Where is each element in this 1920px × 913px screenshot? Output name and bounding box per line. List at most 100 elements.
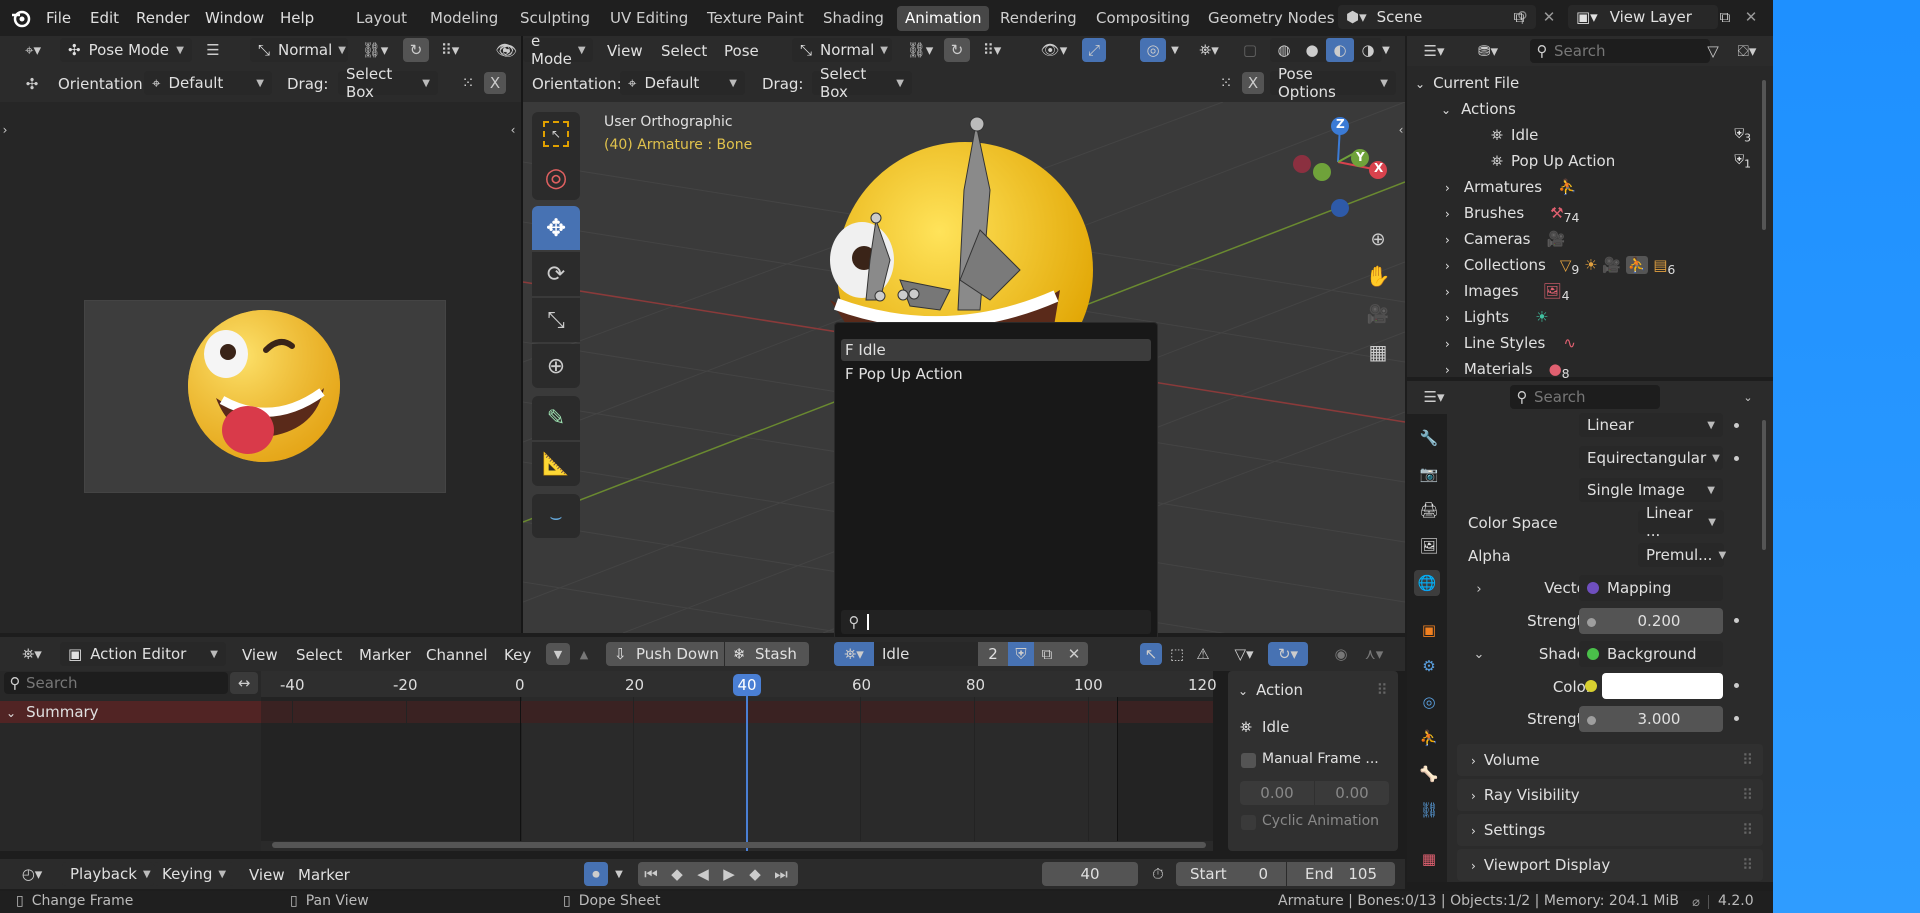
outliner-editor-icon[interactable]: ☰▾ xyxy=(1416,40,1452,62)
viewport-overlay-icon[interactable]: ◎ xyxy=(1140,38,1166,62)
panel-ray-visibility[interactable]: › Ray Visibility ⠿ xyxy=(1457,779,1763,811)
outliner-row-actions[interactable]: ⌄ Actions xyxy=(1441,96,1516,122)
action-editor-mode-dropdown[interactable]: ▣ Action Editor ▼ xyxy=(60,642,226,666)
outliner-filter-icon[interactable]: ▽ xyxy=(1702,40,1724,62)
channel-search-field[interactable]: ⚲ Search xyxy=(4,672,228,694)
output-tab-icon[interactable]: 🖨 xyxy=(1416,497,1442,523)
show-hidden-icon[interactable]: ⬚ xyxy=(1166,643,1188,665)
action-snap-icon[interactable]: ↻▾ xyxy=(1268,642,1308,666)
action-menu-view[interactable]: View xyxy=(242,646,278,664)
action-editor-type-icon[interactable]: ⛯▾ xyxy=(12,642,52,666)
viewport-snap-settings-icon[interactable]: ⁙ xyxy=(1214,72,1238,94)
projection-dropdown[interactable]: Equirectangular ▼ xyxy=(1579,446,1723,470)
use-preview-range-icon[interactable]: ⏱ xyxy=(1146,862,1170,886)
left-toolbar-arrow-icon[interactable]: ‹ xyxy=(507,120,519,140)
viewport-xray-icon[interactable]: ▢ xyxy=(1238,38,1262,62)
viewport-snap-grid-icon[interactable]: ⠿▾ xyxy=(974,38,1010,62)
camera-view-icon[interactable]: 🎥 xyxy=(1364,300,1392,328)
viewport-close-button[interactable]: X xyxy=(1242,72,1264,94)
viewport-orientation-dropdown[interactable]: ⌖ Default ▼ xyxy=(620,71,745,95)
next-keyframe-icon[interactable]: ◆ xyxy=(742,862,768,886)
color-swatch[interactable] xyxy=(1602,673,1723,699)
channel-sort-icon[interactable]: ↔ xyxy=(230,672,258,694)
drag-handle-icon[interactable]: ⠿ xyxy=(1742,744,1753,776)
left-snap-icon[interactable]: ↻ xyxy=(403,38,429,62)
pan-hand-icon[interactable]: ✋ xyxy=(1364,262,1392,290)
viewport-snap-icon[interactable]: ↻ xyxy=(944,38,970,62)
keyframe-dot-icon[interactable] xyxy=(1734,423,1739,428)
strength-field-2[interactable]: 3.000 xyxy=(1579,706,1723,732)
outliner-row-armatures[interactable]: › Armatures ⛹ xyxy=(1445,174,1577,200)
outliner-row-line-styles[interactable]: › Line Styles ∿ xyxy=(1445,330,1576,356)
properties-search-field[interactable]: ⚲ Search xyxy=(1510,385,1660,409)
view-layer-selector[interactable]: ▣▾ View Layer xyxy=(1568,5,1718,29)
proportional-edit-icon[interactable]: ◉ xyxy=(1330,643,1352,665)
rotate-tool[interactable]: ⟳ xyxy=(532,252,580,296)
view-layer-tab-icon[interactable]: 🖼 xyxy=(1416,533,1442,559)
select-box-tool[interactable]: ↖ xyxy=(532,112,580,156)
outliner-row-images[interactable]: › Images 🖼4 xyxy=(1445,278,1570,304)
viewport-overlay-dropdown-icon[interactable]: ▼ xyxy=(1168,38,1182,62)
shader-expand-icon[interactable]: ⌄ xyxy=(1472,645,1486,663)
pose-tool[interactable]: ⌣ xyxy=(532,494,580,538)
unlink-action-icon[interactable]: ✕ xyxy=(1060,642,1088,666)
push-down-button[interactable]: ⇩ Push Down xyxy=(606,642,724,666)
keyframe-dot-icon[interactable] xyxy=(1734,618,1739,623)
viewport-menu-pose[interactable]: Pose xyxy=(724,42,759,60)
vector-socket-field[interactable]: Mapping xyxy=(1579,575,1723,601)
left-snap-settings-icon[interactable]: ⁙ xyxy=(456,72,480,94)
menu-window[interactable]: Window xyxy=(205,0,264,36)
interpolation-dropdown[interactable]: Linear ▼ xyxy=(1579,413,1723,437)
viewport-gizmo-toggle-icon[interactable]: ⤢ xyxy=(1082,38,1106,62)
viewport-visibility-icon[interactable]: 👁▾ xyxy=(1034,38,1074,62)
annotate-tool[interactable]: ✎ xyxy=(532,396,580,440)
popup-search-field[interactable]: ⚲ xyxy=(841,610,1151,634)
timeline-menu-view[interactable]: View xyxy=(249,866,285,884)
outliner-row-lights[interactable]: › Lights ☀ xyxy=(1445,304,1549,330)
play-icon[interactable]: ▶ xyxy=(716,862,742,886)
remove-view-layer-icon[interactable]: ✕ xyxy=(1740,6,1762,28)
action-menu-select[interactable]: Select xyxy=(296,646,342,664)
outliner-row-cameras[interactable]: › Cameras 🎥 xyxy=(1445,226,1565,252)
scene-selector[interactable]: ⬢▾ Scene ⚲ xyxy=(1338,5,1536,29)
drag-handle-icon[interactable]: ⠿ xyxy=(1372,681,1392,699)
jump-end-icon[interactable]: ⏭ xyxy=(768,862,794,886)
zoom-icon[interactable]: ⊕ xyxy=(1364,225,1392,253)
drag-handle-icon[interactable]: ⠿ xyxy=(1742,849,1753,881)
viewport-menu-view[interactable]: View xyxy=(607,42,643,60)
outliner-search-field[interactable]: ⚲ Search xyxy=(1530,39,1710,63)
action-name-field[interactable]: Idle xyxy=(874,642,978,666)
browse-action-icon[interactable]: ⛯▾ xyxy=(834,642,874,666)
keyframe-dot-icon[interactable] xyxy=(1734,456,1739,461)
new-view-layer-icon[interactable]: ⧉ xyxy=(1714,6,1736,28)
play-reverse-icon[interactable]: ◀ xyxy=(690,862,716,886)
frame-start-field[interactable]: 0.00 xyxy=(1240,781,1314,805)
scale-tool[interactable]: ⤡ xyxy=(532,298,580,342)
tab-animation[interactable]: Animation xyxy=(897,6,990,31)
modifiers-tab-icon[interactable]: ⚙ xyxy=(1416,653,1442,679)
tab-uv-editing[interactable]: UV Editing xyxy=(602,6,696,31)
source-dropdown[interactable]: Single Image ▼ xyxy=(1579,478,1723,502)
keyframe-dot-icon[interactable] xyxy=(1734,716,1739,721)
shading-dropdown-icon[interactable]: ▼ xyxy=(1376,38,1396,62)
left-close-button[interactable]: X xyxy=(484,72,506,94)
tab-geometry-nodes[interactable]: Geometry Nodes xyxy=(1200,6,1343,31)
current-frame-indicator[interactable]: 40 xyxy=(733,674,761,696)
playhead-line[interactable] xyxy=(746,696,748,851)
outliner-row-brushes[interactable]: › Brushes ⚒74 xyxy=(1445,200,1580,226)
auto-keying-icon[interactable]: ⏺ xyxy=(584,862,608,886)
network-off-icon[interactable]: ⌀ xyxy=(1686,893,1706,911)
action-filter-icon[interactable]: ▽▾ xyxy=(1226,643,1262,665)
duplicate-action-icon[interactable]: ⧉ xyxy=(1034,642,1060,666)
bone-constraint-tab-icon[interactable]: ⛓ xyxy=(1416,797,1442,823)
viewport-menu-select[interactable]: Select xyxy=(661,42,707,60)
outliner-row-action-idle[interactable]: ⛯ Idle ⛨3 xyxy=(1491,122,1757,148)
panel-settings[interactable]: › Settings ⠿ xyxy=(1457,814,1763,846)
current-frame-field[interactable]: 40 xyxy=(1042,862,1138,886)
keyframe-dot-icon[interactable] xyxy=(1734,683,1739,688)
outliner-row-collections[interactable]: › Collections ▽9 ☀ 🎥 ⛹ ▤6 xyxy=(1445,252,1675,278)
viewport-sidebar-arrow-icon[interactable]: ‹ xyxy=(1396,120,1406,140)
manual-frame-checkbox[interactable] xyxy=(1241,753,1256,768)
action-menu-channel[interactable]: Channel xyxy=(426,646,488,664)
left-snap-grid-icon[interactable]: ⠿▾ xyxy=(432,38,468,62)
